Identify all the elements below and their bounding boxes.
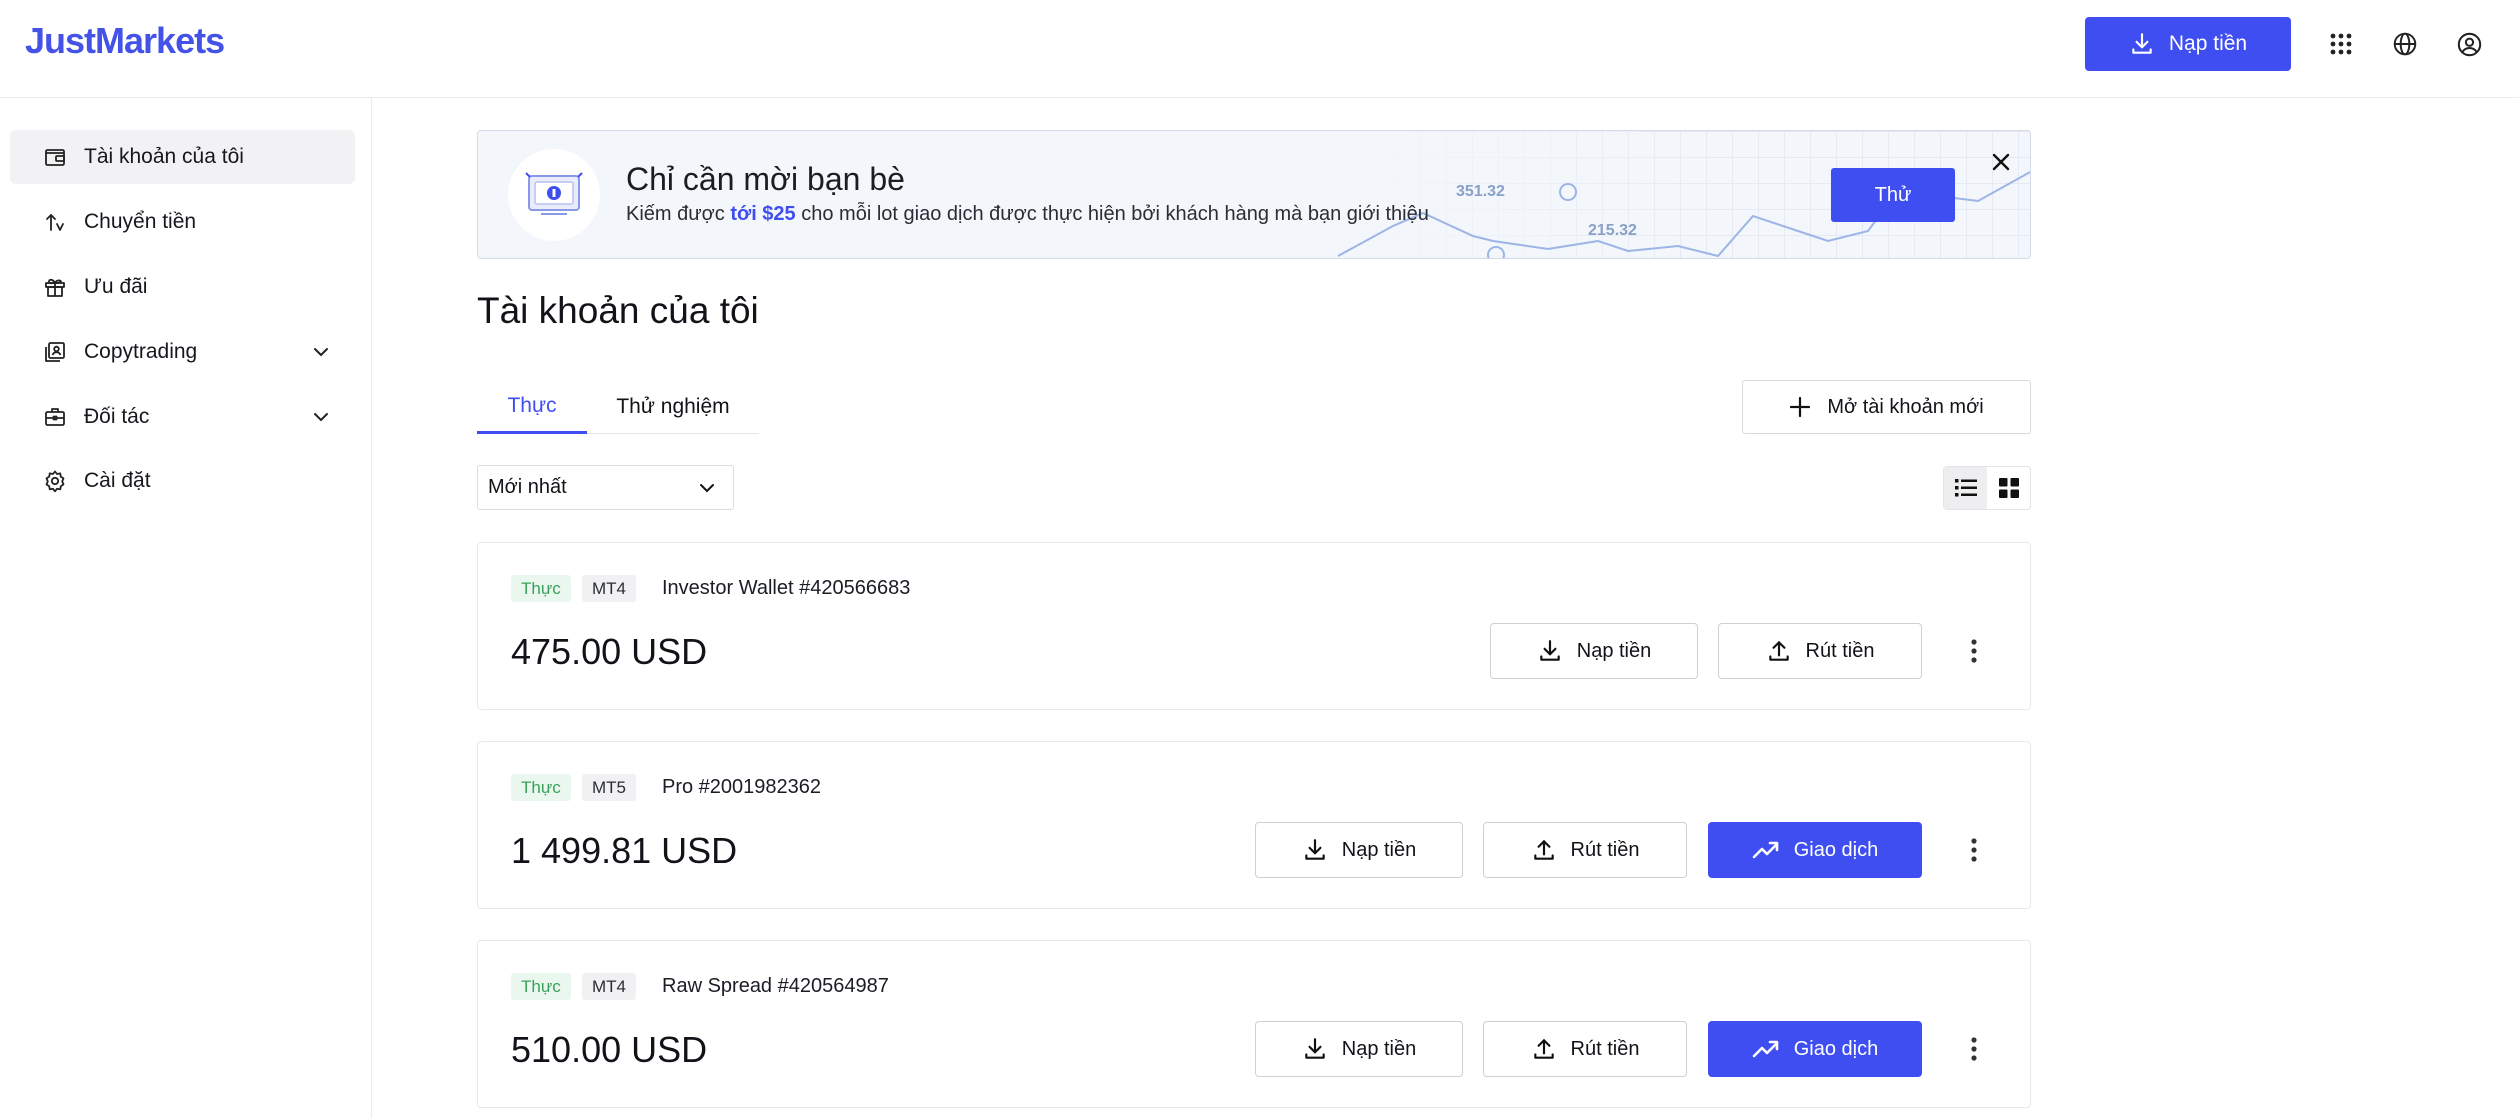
sidebar: Tài khoản của tôi Chuyển tiền Ưu đãi Cop… [0,98,372,1118]
header-deposit-label: Nạp tiền [2168,32,2248,55]
sort-selected-value: Mới nhất [488,476,567,498]
grid-view-icon[interactable] [1987,467,2030,509]
platform-badge: MT4 [582,575,636,602]
user-circle-icon[interactable] [2451,26,2487,62]
trending-up-icon [1752,1040,1779,1058]
list-view-icon[interactable] [1944,467,1987,509]
sidebar-item-transfer[interactable]: Chuyển tiền [10,195,355,249]
withdraw-button[interactable]: Rút tiền [1483,822,1687,878]
upload-icon [1768,641,1789,661]
account-type-badge: Thực [511,774,571,801]
banner-try-button[interactable]: Thử [1831,168,1955,222]
sidebar-item-label: Ưu đãi [84,275,148,298]
account-card: Thực MT4 Investor Wallet #420566683 475.… [477,542,2031,710]
wallet-icon [42,144,68,170]
deposit-button[interactable]: Nạp tiền [1255,822,1463,878]
banner-subtitle: Kiếm được tới $25 cho mỗi lot giao dịch … [626,203,1429,225]
sidebar-item-copytrading[interactable]: Copytrading [10,325,355,379]
chart-label: 351.32 [1456,183,1505,200]
sidebar-item-label: Copytrading [84,340,198,363]
download-icon [1540,640,1560,661]
page-title: Tài khoản của tôi [477,290,759,331]
deposit-button[interactable]: Nạp tiền [1490,623,1698,679]
account-type-badge: Thực [511,575,571,602]
top-header: JustMarkets Nạp tiền [0,0,2519,98]
more-options-icon[interactable] [1956,832,1992,868]
referral-illustration-icon [508,149,600,241]
sidebar-item-settings[interactable]: Cài đặt [10,454,355,508]
apps-grid-icon[interactable] [2323,26,2359,62]
chart-label: 215.32 [1588,222,1637,239]
trade-label: Giao dịch [1793,1037,1879,1060]
chevron-down-icon [314,348,328,357]
deposit-label: Nạp tiền [1576,639,1652,662]
platform-badge: MT4 [582,973,636,1000]
trade-button[interactable]: Giao dịch [1708,822,1922,878]
tab-demo[interactable]: Thử nghiệm [587,380,759,434]
open-new-account-label: Mở tài khoản mới [1827,395,1984,418]
withdraw-button[interactable]: Rút tiền [1483,1021,1687,1077]
transfer-icon [42,209,68,235]
sidebar-item-my-accounts[interactable]: Tài khoản của tôi [10,130,355,184]
chevron-down-icon [700,484,714,493]
view-mode-toggle [1943,466,2031,510]
gear-icon [42,468,68,494]
account-card: Thực MT4 Raw Spread #420564987 510.00 US… [477,940,2031,1108]
withdraw-label: Rút tiền [1570,838,1640,861]
banner-title: Chỉ cần mời bạn bè [626,161,905,197]
header-deposit-button[interactable]: Nạp tiền [2085,17,2291,71]
briefcase-icon [42,404,68,430]
deposit-button[interactable]: Nạp tiền [1255,1021,1463,1077]
upload-icon [1533,840,1554,860]
sidebar-item-label: Đối tác [84,405,150,428]
trade-button[interactable]: Giao dịch [1708,1021,1922,1077]
more-options-icon[interactable] [1956,633,1992,669]
more-options-icon[interactable] [1956,1031,1992,1067]
trade-label: Giao dịch [1793,838,1879,861]
withdraw-label: Rút tiền [1570,1037,1640,1060]
open-new-account-button[interactable]: Mở tài khoản mới [1742,380,2031,434]
account-name: Pro #2001982362 [662,776,822,798]
sidebar-item-label: Cài đặt [84,469,151,492]
account-type-tabs: Thực Thử nghiệm [477,380,759,434]
copytrading-icon [42,339,68,365]
account-type-badge: Thực [511,973,571,1000]
sidebar-item-label: Chuyển tiền [84,210,197,233]
sort-select[interactable]: Mới nhất [477,465,734,510]
gift-icon [42,274,68,300]
plus-icon [1790,396,1811,418]
deposit-label: Nạp tiền [1341,838,1417,861]
account-balance: 475.00 USD [511,631,708,672]
account-name: Investor Wallet #420566683 [662,577,911,599]
withdraw-label: Rút tiền [1805,639,1875,662]
account-card: Thực MT5 Pro #2001982362 1 499.81 USD Nạ… [477,741,2031,909]
referral-banner: 351.32 215.32 Chỉ cần mời bạn bè Kiếm đư… [477,130,2031,259]
account-balance: 510.00 USD [511,1029,708,1070]
download-icon [1305,1038,1325,1059]
platform-badge: MT5 [582,774,636,801]
deposit-label: Nạp tiền [1341,1037,1417,1060]
download-icon [1305,839,1325,860]
chevron-down-icon [314,413,328,422]
tab-real[interactable]: Thực [477,380,587,434]
sidebar-item-offers[interactable]: Ưu đãi [10,260,355,314]
upload-icon [1533,1039,1554,1059]
account-name: Raw Spread #420564987 [662,975,889,997]
sidebar-item-partners[interactable]: Đối tác [10,390,355,444]
sidebar-item-label: Tài khoản của tôi [84,145,244,168]
trending-up-icon [1752,841,1779,859]
logo[interactable]: JustMarkets [25,20,225,62]
download-icon [2132,33,2152,54]
withdraw-button[interactable]: Rút tiền [1718,623,1922,679]
close-icon[interactable] [1986,147,2016,177]
globe-icon[interactable] [2387,26,2423,62]
account-balance: 1 499.81 USD [511,830,738,871]
